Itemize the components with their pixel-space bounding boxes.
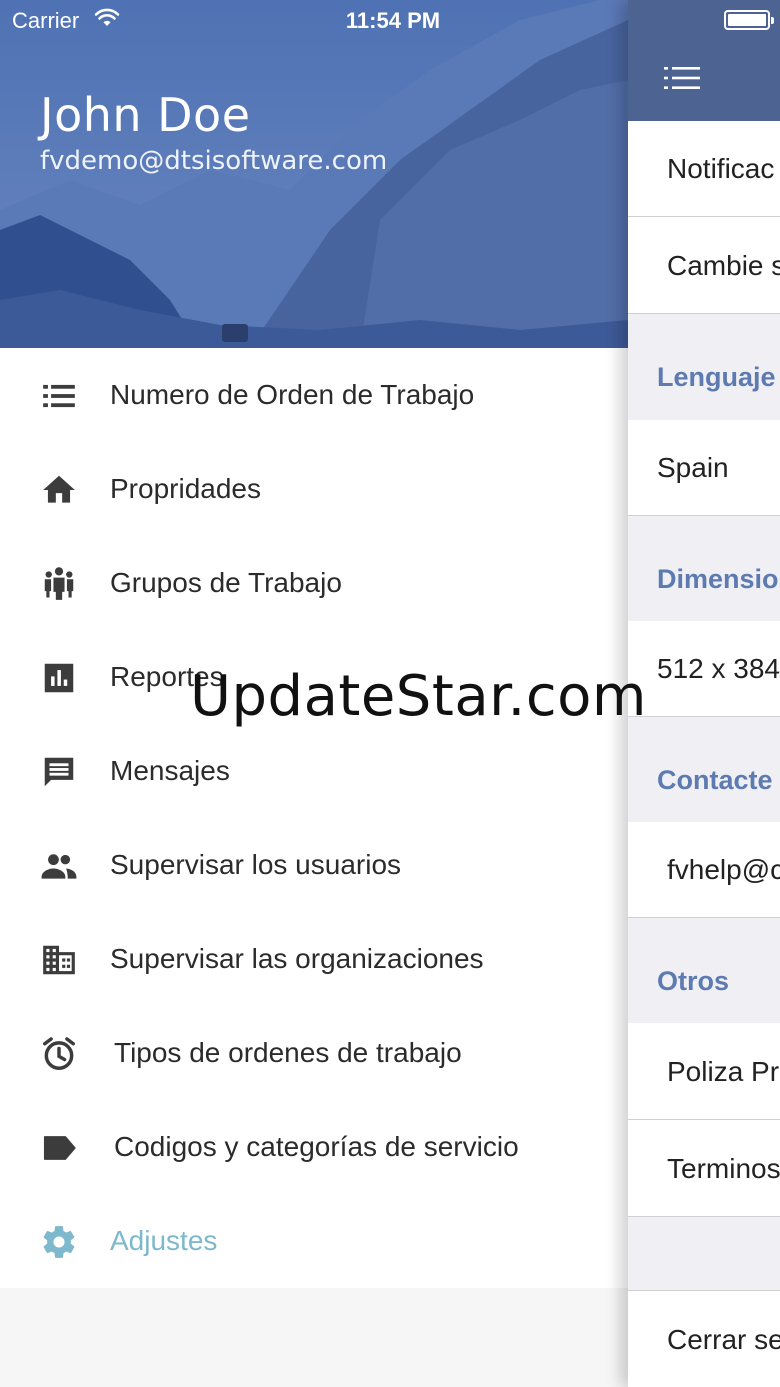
label-icon <box>43 1136 76 1160</box>
menu-item-work-orders[interactable]: Numero de Orden de Trabajo <box>0 348 628 442</box>
group-icon <box>44 567 74 600</box>
section-other-title: Otros <box>657 966 730 996</box>
section-other: Otros <box>628 918 780 1023</box>
dimension-row[interactable]: 512 x 384 <box>628 621 780 717</box>
message-icon <box>44 757 74 787</box>
user-name: John Doe <box>40 88 251 142</box>
alarm-icon <box>43 1037 75 1070</box>
change-label: Cambie s <box>667 250 780 281</box>
gear-icon <box>43 1226 75 1258</box>
contact-value: fvhelp@c <box>667 854 780 885</box>
privacy-row[interactable]: Poliza Pri <box>628 1023 780 1120</box>
menu-item-label: Codigos y categorías de servicio <box>114 1131 519 1162</box>
dimension-value: 512 x 384 <box>657 653 780 684</box>
change-row[interactable]: Cambie s <box>628 217 780 314</box>
menu-item-supervise-users[interactable]: Supervisar los usuarios <box>0 818 628 912</box>
menu-icon[interactable] <box>664 64 700 92</box>
battery-icon <box>724 10 774 30</box>
user-email: fvdemo@dtsisoftware.com <box>40 146 388 176</box>
status-bar: Carrier 11:54 PM <box>0 0 780 40</box>
list-icon <box>43 384 75 408</box>
menu-item-settings[interactable]: Adjustes <box>0 1194 628 1288</box>
section-contact-title: Contacte <box>657 765 773 795</box>
menu-item-properties[interactable]: Propridades <box>0 442 628 536</box>
settings-panel: Notificac Cambie s Lenguaje Spain Dimens… <box>628 0 780 1387</box>
section-dimension: Dimensio <box>628 516 780 621</box>
contact-row[interactable]: fvhelp@c <box>628 822 780 918</box>
menu-item-label: Tipos de ordenes de trabajo <box>114 1037 462 1068</box>
logout-label: Cerrar se <box>667 1324 780 1355</box>
notifications-label: Notificac <box>667 153 775 184</box>
menu-item-label: Adjustes <box>110 1225 218 1256</box>
section-contact: Contacte <box>628 717 780 822</box>
watermark: UpdateStar.com <box>190 664 647 729</box>
menu-item-supervise-organizations[interactable]: Supervisar las organizaciones <box>0 912 628 1006</box>
app-screen: Carrier 11:54 PM John Doe fvdemo@dtsisof… <box>0 0 780 1387</box>
section-dimension-title: Dimensio <box>657 564 779 594</box>
section-language-title: Lenguaje <box>657 362 776 392</box>
terms-label: Terminos <box>667 1153 780 1184</box>
logout-row[interactable]: Cerrar se <box>628 1290 780 1387</box>
menu-item-work-groups[interactable]: Grupos de Trabajo <box>0 536 628 630</box>
chart-icon <box>44 663 74 693</box>
drawer-header: John Doe fvdemo@dtsisoftware.com <box>0 0 628 348</box>
menu-item-work-order-types[interactable]: Tipos de ordenes de trabajo <box>0 1006 628 1100</box>
menu-item-label: Grupos de Trabajo <box>110 567 342 598</box>
menu-item-label: Propridades <box>110 473 261 504</box>
building-icon <box>43 945 75 975</box>
clock: 11:54 PM <box>345 8 441 33</box>
menu-item-label: Supervisar las organizaciones <box>110 943 484 974</box>
notifications-row[interactable]: Notificac <box>628 121 780 217</box>
language-row[interactable]: Spain <box>628 420 780 516</box>
menu-item-label: Supervisar los usuarios <box>110 849 402 880</box>
terms-row[interactable]: Terminos <box>628 1120 780 1217</box>
home-icon <box>43 475 75 503</box>
drawer-menu: Numero de Orden de Trabajo Propridades G… <box>0 348 628 1288</box>
privacy-label: Poliza Pri <box>667 1056 780 1087</box>
menu-item-label: Mensajes <box>110 755 230 786</box>
language-value: Spain <box>657 452 729 483</box>
users-icon <box>41 854 77 879</box>
menu-item-messages[interactable]: Mensajes <box>0 724 628 818</box>
menu-item-service-codes[interactable]: Codigos y categorías de servicio <box>0 1100 628 1194</box>
menu-item-label: Numero de Orden de Trabajo <box>110 379 475 410</box>
drawer-footer <box>0 1288 628 1387</box>
section-language: Lenguaje <box>628 314 780 420</box>
